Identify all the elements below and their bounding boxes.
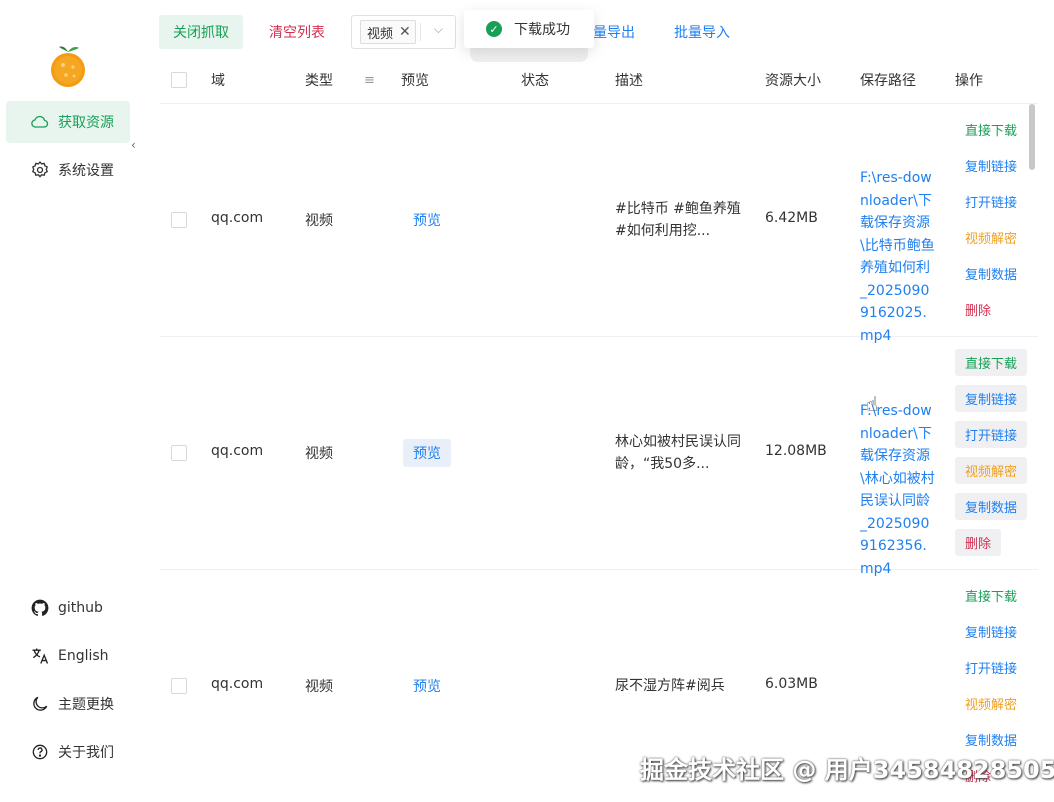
- row-domain: qq.com: [211, 676, 264, 692]
- nav-label: 系统设置: [58, 163, 114, 179]
- select-all-checkbox-cell[interactable]: [171, 56, 187, 104]
- open-link-button[interactable]: 打开链接: [955, 188, 1027, 215]
- preview-button[interactable]: 预览: [403, 672, 451, 700]
- github-icon: [31, 599, 49, 616]
- row-path-link[interactable]: F:\res-downloader\下载保存资源\比特币鲍鱼养殖如何利_2025…: [860, 167, 936, 347]
- open-link-button[interactable]: 打开链接: [955, 421, 1028, 448]
- delete-button[interactable]: 删除: [955, 296, 1001, 323]
- help-icon: [32, 744, 48, 760]
- remove-tag-icon[interactable]: ✕: [399, 24, 411, 40]
- resource-table: 域 类型 ≡ 预览 状态 描述 资源大小 保存路径 操作 qq.com 视频 预…: [160, 56, 1038, 802]
- nav-language[interactable]: English: [6, 635, 130, 677]
- row-size: 12.08MB: [765, 443, 827, 459]
- clear-list-button[interactable]: 清空列表: [255, 15, 339, 49]
- nav-get-resources[interactable]: 获取资源: [6, 101, 130, 143]
- decrypt-video-button[interactable]: 视频解密: [955, 690, 1027, 717]
- orange-logo-icon: [51, 46, 85, 87]
- row-type: 视频: [305, 213, 333, 229]
- row-desc: 林心如被村民误认同龄，“我50多...: [615, 434, 741, 472]
- decrypt-video-button[interactable]: 视频解密: [955, 457, 1028, 484]
- cloud-icon: [31, 115, 49, 128]
- nav-label: 主题更换: [58, 697, 114, 713]
- table-header: 域 类型 ≡ 预览 状态 描述 资源大小 保存路径 操作: [160, 56, 1038, 104]
- nav-label: github: [58, 600, 103, 616]
- scrollbar-thumb[interactable]: [1029, 104, 1035, 170]
- row-domain: qq.com: [211, 210, 264, 226]
- nav-label: 关于我们: [58, 745, 114, 761]
- select-all-checkbox[interactable]: [171, 72, 187, 88]
- gear-icon: [32, 161, 48, 178]
- success-toast: ✓ 下载成功: [464, 10, 594, 48]
- nav-label: English: [58, 648, 109, 664]
- type-filter-select[interactable]: 视频 ✕ ⌵: [351, 15, 456, 49]
- filter-tag: 视频 ✕: [360, 20, 416, 44]
- header-size: 资源大小: [765, 73, 821, 89]
- chevron-down-icon: ⌵: [433, 22, 443, 36]
- row-checkbox-cell[interactable]: [171, 678, 187, 694]
- header-domain: 域: [211, 73, 225, 89]
- collapse-sidebar-icon[interactable]: ‹: [131, 138, 136, 152]
- moon-icon: [33, 696, 48, 711]
- nav-about[interactable]: 关于我们: [6, 731, 130, 773]
- header-type: 类型: [305, 73, 333, 89]
- nav-system-settings[interactable]: 系统设置: [6, 149, 130, 191]
- copy-data-button[interactable]: 复制数据: [955, 726, 1027, 753]
- toast-shadow: [470, 48, 588, 62]
- table-row: qq.com 视频 预览 林心如被村民误认同龄，“我50多... 12.08MB…: [160, 337, 1038, 577]
- row-checkbox[interactable]: [171, 678, 187, 694]
- row-checkbox-cell[interactable]: [171, 445, 187, 461]
- filter-tag-label: 视频: [367, 26, 394, 42]
- row-desc: #比特币 #鲍鱼养殖 #如何利用挖...: [615, 201, 741, 239]
- hand-cursor-icon: ☝: [866, 392, 879, 416]
- decrypt-video-button[interactable]: 视频解密: [955, 224, 1027, 251]
- row-size: 6.03MB: [765, 676, 818, 692]
- table-row: qq.com 视频 预览 #比特币 #鲍鱼养殖 #如何利用挖... 6.42MB…: [160, 104, 1038, 344]
- nav-theme[interactable]: 主题更换: [6, 683, 130, 725]
- toast-text: 下载成功: [514, 22, 570, 38]
- row-path-link[interactable]: F:\res-downloader\下载保存资源\林心如被村民误认同龄_2025…: [860, 400, 936, 580]
- close-capture-button[interactable]: 关闭抓取: [159, 15, 243, 49]
- check-circle-icon: ✓: [486, 21, 502, 37]
- open-link-button[interactable]: 打开链接: [955, 654, 1027, 681]
- direct-download-button[interactable]: 直接下载: [955, 116, 1027, 143]
- delete-button[interactable]: 删除: [955, 529, 1002, 556]
- row-ops: 直接下载 复制链接 打开链接 视频解密 复制数据 删除: [955, 349, 1028, 565]
- select-divider: [420, 23, 421, 41]
- translate-icon: [32, 648, 49, 664]
- copy-link-button[interactable]: 复制链接: [955, 152, 1027, 179]
- row-size: 6.42MB: [765, 210, 818, 226]
- preview-button[interactable]: 预览: [403, 206, 451, 234]
- filter-icon[interactable]: ≡: [364, 56, 375, 104]
- nav-label: 获取资源: [58, 115, 114, 131]
- watermark-text: 掘金技术社区 @ 用户3458482850​5: [640, 756, 1054, 784]
- row-type: 视频: [305, 679, 333, 695]
- header-preview: 预览: [401, 73, 429, 89]
- copy-link-button[interactable]: 复制链接: [955, 618, 1027, 645]
- preview-button[interactable]: 预览: [403, 439, 451, 467]
- row-ops: 直接下载 复制链接 打开链接 视频解密 复制数据 删除: [955, 116, 1027, 332]
- direct-download-button[interactable]: 直接下载: [955, 349, 1028, 376]
- sidebar: 获取资源 ‹ 系统设置 github English 主题更换 关于我们: [0, 0, 140, 802]
- direct-download-button[interactable]: 直接下载: [955, 582, 1027, 609]
- copy-link-button[interactable]: 复制链接: [955, 385, 1028, 412]
- header-ops: 操作: [955, 73, 983, 89]
- row-checkbox-cell[interactable]: [171, 212, 187, 228]
- copy-data-button[interactable]: 复制数据: [955, 260, 1027, 287]
- row-type: 视频: [305, 446, 333, 462]
- header-path: 保存路径: [860, 73, 916, 89]
- row-domain: qq.com: [211, 443, 264, 459]
- nav-github[interactable]: github: [6, 587, 130, 629]
- batch-import-button[interactable]: 批量导入: [662, 15, 742, 49]
- row-checkbox[interactable]: [171, 212, 187, 228]
- header-status: 状态: [521, 73, 549, 89]
- row-checkbox[interactable]: [171, 445, 187, 461]
- copy-data-button[interactable]: 复制数据: [955, 493, 1028, 520]
- header-desc: 描述: [615, 73, 643, 89]
- row-desc: 尿不湿方阵#阅兵: [615, 678, 725, 694]
